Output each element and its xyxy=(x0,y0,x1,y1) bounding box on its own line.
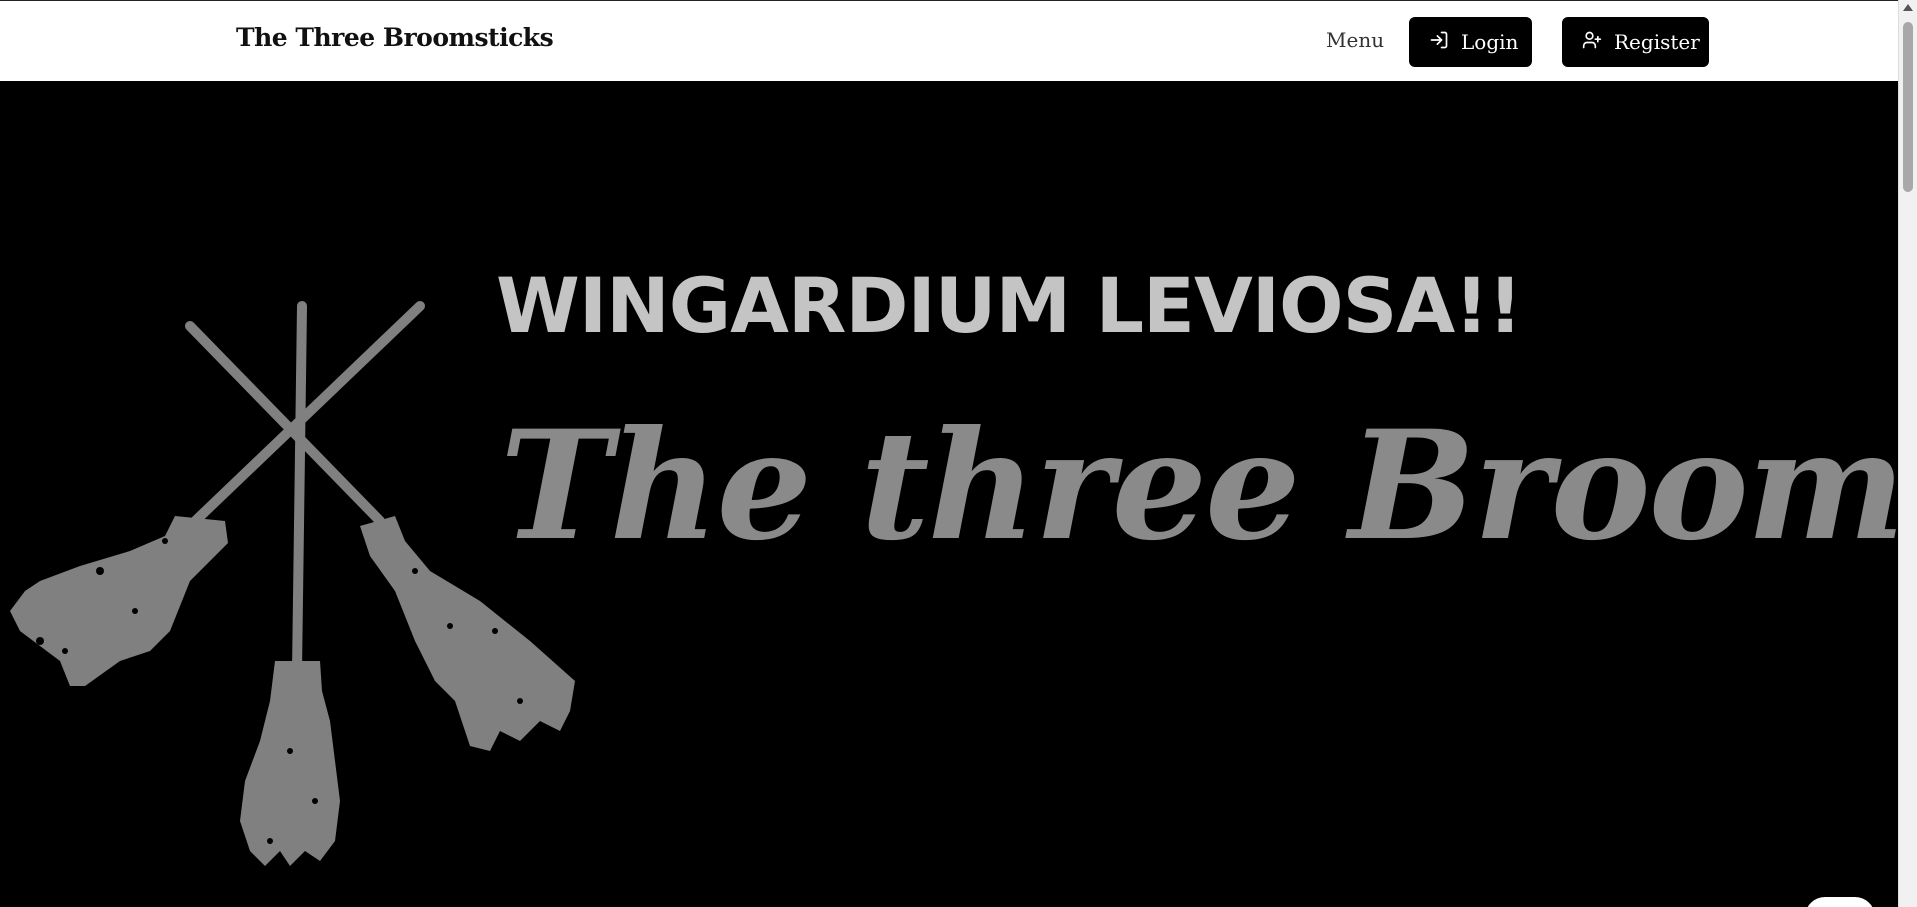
login-button-label: Login xyxy=(1461,30,1519,54)
top-navbar: The Three Broomsticks Menu Login Registe… xyxy=(0,0,1898,81)
page: The Three Broomsticks Menu Login Registe… xyxy=(0,0,1917,907)
brand-logo-link[interactable]: The Three Broomsticks xyxy=(236,23,554,52)
user-plus-icon xyxy=(1582,30,1602,55)
scrollbar-thumb[interactable] xyxy=(1903,22,1913,192)
crossed-broomsticks-icon xyxy=(10,301,575,866)
floating-chat-widget[interactable] xyxy=(1805,897,1875,907)
scroll-up-arrow-icon[interactable] xyxy=(1903,4,1913,11)
login-button[interactable]: Login xyxy=(1409,17,1532,67)
register-button-label: Register xyxy=(1614,30,1700,54)
menu-link[interactable]: Menu xyxy=(1326,28,1384,52)
log-in-icon xyxy=(1429,30,1449,55)
hero-banner: WINGARDIUM LEVIOSA!! The three Broomstic… xyxy=(0,81,1898,907)
register-button[interactable]: Register xyxy=(1562,17,1709,67)
page-scrollbar[interactable] xyxy=(1898,0,1917,907)
hero-kicker-heading: WINGARDIUM LEVIOSA!! xyxy=(496,261,1523,350)
hero-title: The three Broomsticks xyxy=(500,398,1898,574)
